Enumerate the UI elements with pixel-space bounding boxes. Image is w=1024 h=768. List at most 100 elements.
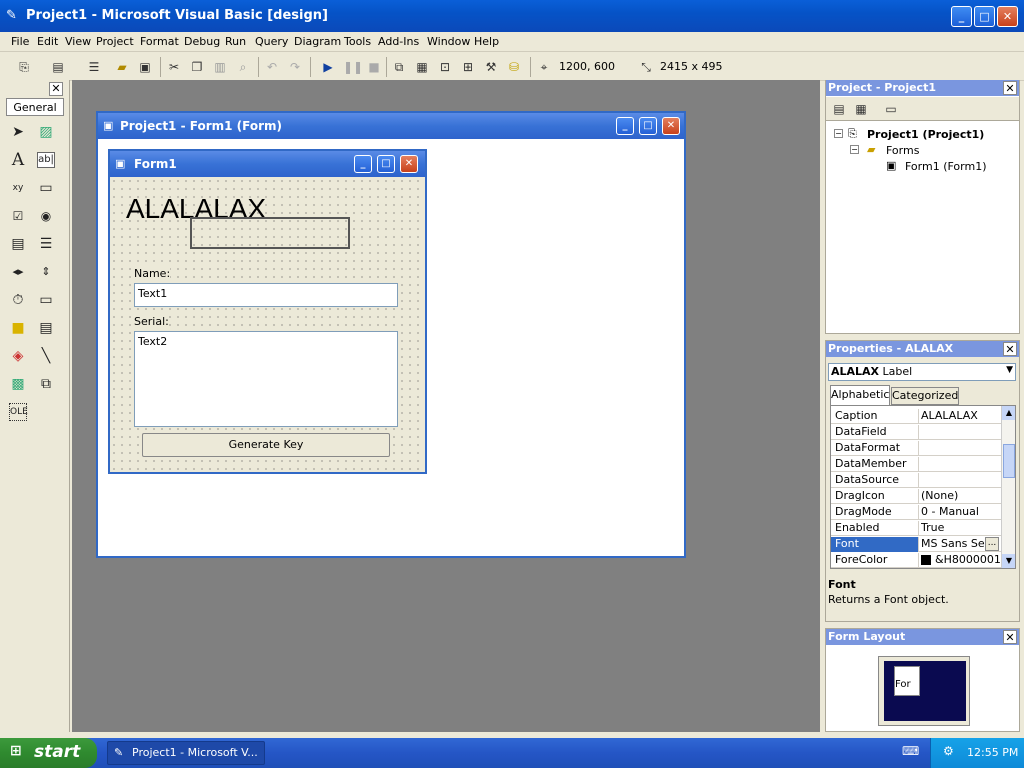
- start-button[interactable]: ⊞ start: [0, 738, 97, 768]
- chevron-down-icon[interactable]: ▼: [1006, 365, 1013, 375]
- maximize-button[interactable]: □: [974, 6, 995, 27]
- tree-expand-icon[interactable]: −: [850, 145, 859, 154]
- dirlistbox-icon[interactable]: ■: [7, 317, 29, 339]
- end-icon[interactable]: ■: [366, 59, 382, 75]
- form-layout-close-icon[interactable]: ✕: [1003, 630, 1017, 644]
- copy-icon[interactable]: ❐: [189, 59, 205, 75]
- menu-editor-icon[interactable]: ☰: [86, 59, 102, 75]
- keyboard-icon[interactable]: ⌨: [902, 744, 919, 758]
- menu-help[interactable]: Help: [474, 35, 499, 48]
- designer-title-bar[interactable]: ▣ Project1 - Form1 (Form) _ □ ✕: [98, 113, 684, 139]
- picturebox-icon[interactable]: ▨: [35, 121, 57, 143]
- tab-alphabetic[interactable]: Alphabetic: [830, 385, 890, 405]
- add-project-icon[interactable]: ⎘: [16, 59, 32, 75]
- properties-scrollbar[interactable]: ▲ ▼: [1001, 406, 1015, 568]
- main-title-bar[interactable]: ✎ Project1 - Microsoft Visual Basic [des…: [0, 0, 1024, 32]
- menu-edit[interactable]: Edit: [37, 35, 58, 48]
- cut-icon[interactable]: ✂: [166, 59, 182, 75]
- properties-close-icon[interactable]: ✕: [1003, 342, 1017, 356]
- menu-window[interactable]: Window: [427, 35, 470, 48]
- scroll-down-icon[interactable]: ▼: [1002, 554, 1015, 568]
- commandbutton-icon[interactable]: ▭: [35, 177, 57, 199]
- close-button[interactable]: ✕: [997, 6, 1018, 27]
- property-row[interactable]: DataMember: [831, 456, 1001, 472]
- menu-debug[interactable]: Debug: [184, 35, 220, 48]
- vscrollbar-icon[interactable]: ⇕: [35, 261, 57, 283]
- property-row[interactable]: DragMode 0 - Manual: [831, 504, 1001, 520]
- toggle-folders-icon[interactable]: ▭: [883, 101, 899, 117]
- menu-run[interactable]: Run: [225, 35, 246, 48]
- designer-minimize-button[interactable]: _: [616, 117, 634, 135]
- toolbox-close-icon[interactable]: ✕: [49, 82, 63, 96]
- text1-input[interactable]: Text1: [134, 283, 398, 307]
- property-row[interactable]: Caption ALALALAX: [831, 408, 1001, 424]
- menu-diagram[interactable]: Diagram: [294, 35, 341, 48]
- form-layout-icon[interactable]: ⊡: [437, 59, 453, 75]
- property-row[interactable]: DataFormat: [831, 440, 1001, 456]
- pointer-icon[interactable]: ➤: [7, 121, 29, 143]
- network-icon[interactable]: ⚙: [943, 744, 954, 758]
- menu-query[interactable]: Query: [255, 35, 288, 48]
- break-icon[interactable]: ❚❚: [343, 59, 363, 75]
- project-tree-folder[interactable]: Forms: [886, 144, 919, 157]
- timer-icon[interactable]: ⏱: [7, 289, 29, 311]
- generate-key-button[interactable]: Generate Key: [142, 433, 390, 457]
- menu-format[interactable]: Format: [140, 35, 179, 48]
- properties-window-icon[interactable]: ▦: [414, 59, 430, 75]
- ole-icon[interactable]: OLE: [9, 403, 28, 421]
- project-tree-item[interactable]: Form1 (Form1): [905, 160, 987, 173]
- form1-maximize-button[interactable]: □: [377, 155, 395, 173]
- line-icon[interactable]: ╲: [35, 345, 57, 367]
- object-selector[interactable]: ALALAX Label ▼: [828, 363, 1016, 381]
- font-ellipsis-button[interactable]: ...: [985, 537, 999, 551]
- textbox-icon[interactable]: ab|: [37, 152, 55, 168]
- clock[interactable]: 12:55 PM: [967, 746, 1018, 759]
- menu-addins[interactable]: Add-Ins: [378, 35, 419, 48]
- filelistbox-icon[interactable]: ▤: [35, 317, 57, 339]
- checkbox-icon[interactable]: ☑: [7, 205, 29, 227]
- designer-maximize-button[interactable]: □: [639, 117, 657, 135]
- redo-icon[interactable]: ↷: [287, 59, 303, 75]
- form1-design-surface[interactable]: ALALALAX Name: Text1 Serial: Text2 Gener…: [110, 177, 425, 472]
- shape-icon[interactable]: ◈: [7, 345, 29, 367]
- project-tree-root[interactable]: Project1 (Project1): [867, 128, 984, 141]
- task-button[interactable]: ✎ Project1 - Microsoft V...: [107, 741, 265, 765]
- listbox-icon[interactable]: ☰: [35, 233, 57, 255]
- combobox-icon[interactable]: ▤: [7, 233, 29, 255]
- form1-close-button[interactable]: ✕: [400, 155, 418, 173]
- open-icon[interactable]: ▰: [114, 59, 130, 75]
- hscrollbar-icon[interactable]: ◂▸: [7, 261, 29, 283]
- property-row[interactable]: ForeColor &H8000001: [831, 552, 1001, 568]
- view-code-icon[interactable]: ▤: [831, 101, 847, 117]
- toolbox-icon[interactable]: ⚒: [483, 59, 499, 75]
- minimize-button[interactable]: _: [951, 6, 972, 27]
- menu-tools[interactable]: Tools: [344, 35, 371, 48]
- text2-textarea[interactable]: Text2: [134, 331, 398, 427]
- image-icon[interactable]: ▩: [7, 373, 29, 395]
- property-row[interactable]: DragIcon (None): [831, 488, 1001, 504]
- data-view-icon[interactable]: ⛁: [506, 59, 522, 75]
- scroll-thumb[interactable]: [1003, 444, 1015, 478]
- property-row[interactable]: Enabled True: [831, 520, 1001, 536]
- start-icon[interactable]: ▶: [320, 59, 336, 75]
- designer-close-button[interactable]: ✕: [662, 117, 680, 135]
- paste-icon[interactable]: ▥: [212, 59, 228, 75]
- menu-file[interactable]: File: [11, 35, 29, 48]
- form1-minimize-button[interactable]: _: [354, 155, 372, 173]
- project-explorer-close-icon[interactable]: ✕: [1003, 81, 1017, 95]
- toolbox-tab-general[interactable]: General: [6, 98, 64, 116]
- object-browser-icon[interactable]: ⊞: [460, 59, 476, 75]
- undo-icon[interactable]: ↶: [264, 59, 280, 75]
- tab-categorized[interactable]: Categorized: [891, 387, 959, 405]
- scroll-up-icon[interactable]: ▲: [1002, 406, 1015, 420]
- drivelistbox-icon[interactable]: ▭: [35, 289, 57, 311]
- project-explorer-icon[interactable]: ⧉: [391, 59, 407, 75]
- view-object-icon[interactable]: ▦: [853, 101, 869, 117]
- form-designer-window[interactable]: ▣ Project1 - Form1 (Form) _ □ ✕ ▣ Form1 …: [96, 111, 686, 558]
- menu-project[interactable]: Project: [96, 35, 134, 48]
- find-icon[interactable]: ⌕: [235, 59, 251, 75]
- property-row[interactable]: DataField: [831, 424, 1001, 440]
- mini-form-preview[interactable]: For: [894, 666, 920, 696]
- data-icon[interactable]: ⧉: [35, 373, 57, 395]
- optionbutton-icon[interactable]: ◉: [35, 205, 57, 227]
